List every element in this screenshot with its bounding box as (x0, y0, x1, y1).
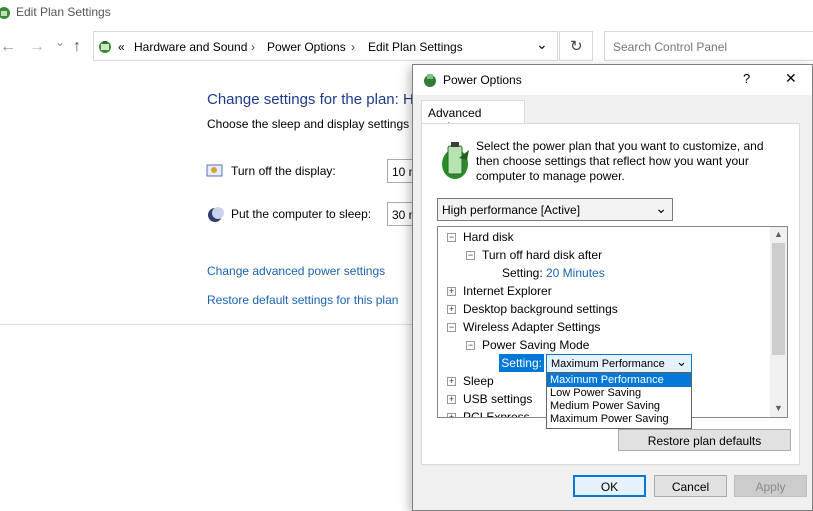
dropdown-option[interactable]: Maximum Performance (547, 374, 691, 387)
page-title: Change settings for the plan: H (207, 91, 414, 108)
tree-label: USB settings (463, 392, 533, 406)
address-bar[interactable]: « Hardware and Sound › Power Options › E… (93, 31, 558, 61)
breadcrumb-separator: › (351, 40, 355, 54)
expand-icon[interactable]: + (447, 377, 456, 386)
page-subtitle: Choose the sleep and display settings th (207, 117, 423, 131)
sleep-timeout-select[interactable]: 30 m (387, 202, 413, 226)
tree-scrollbar[interactable]: ▲ ▼ (770, 227, 787, 417)
power-plan-value: High performance [Active] (442, 203, 581, 217)
battery-power-icon (442, 142, 469, 179)
power-options-dialog: Power Options ? ✕ Advanced settings Sele… (412, 64, 813, 511)
refresh-icon: ↻ (570, 38, 583, 55)
address-dropdown-icon[interactable]: ⌄ (536, 36, 548, 53)
battery-power-icon (424, 74, 436, 87)
expand-icon[interactable]: + (447, 305, 456, 314)
button-label: OK (600, 480, 619, 494)
apply-button[interactable]: Apply (734, 475, 807, 497)
power-saving-mode-value: Maximum Performance (551, 358, 665, 370)
display-label: Turn off the display: (231, 164, 336, 178)
chevron-down-icon: ⌄ (655, 200, 667, 216)
tree-label: Wireless Adapter Settings (463, 320, 601, 334)
dropdown-option[interactable]: Low Power Saving (547, 387, 691, 400)
dropdown-option[interactable]: Medium Power Saving (547, 400, 691, 413)
tab-advanced-settings[interactable]: Advanced settings (421, 100, 525, 134)
scrollbar-thumb[interactable] (772, 243, 785, 355)
tree-label: PCI Express (463, 410, 530, 418)
navigation-bar: ← → ⌄ ↑ « Hardware and Sound › Power Opt… (0, 31, 813, 63)
collapse-icon[interactable]: − (447, 233, 456, 242)
tree-label: Internet Explorer (463, 284, 552, 298)
collapse-icon[interactable]: − (447, 323, 456, 332)
breadcrumb-hardware-and-sound[interactable]: Hardware and Sound (134, 40, 247, 54)
dialog-title-bar: Power Options ? ✕ (413, 65, 812, 95)
power-plan-select[interactable]: High performance [Active] ⌄ (437, 198, 673, 221)
sleep-label: Put the computer to sleep: (231, 207, 372, 221)
tree-label: Sleep (463, 374, 494, 388)
up-arrow-icon[interactable]: ↑ (73, 38, 81, 56)
expand-icon[interactable]: + (447, 287, 456, 296)
power-saving-dropdown-list: Maximum Performance Low Power Saving Med… (546, 373, 692, 429)
scroll-up-icon[interactable]: ▲ (774, 229, 783, 239)
tree-label: Hard disk (463, 230, 514, 244)
tree-label: Power Saving Mode (482, 338, 590, 352)
cancel-button[interactable]: Cancel (654, 475, 727, 497)
restore-default-settings-link[interactable]: Restore default settings for this plan (207, 293, 398, 307)
change-advanced-settings-link[interactable]: Change advanced power settings (207, 264, 385, 278)
forward-arrow-icon[interactable]: → (29, 38, 45, 56)
dialog-description: Select the power plan that you want to c… (476, 139, 764, 183)
display-timeout-select[interactable]: 10 m (387, 159, 413, 183)
scroll-down-icon[interactable]: ▼ (774, 403, 783, 413)
sleep-moon-icon (208, 207, 224, 222)
button-label: Apply (755, 480, 786, 494)
button-label: Restore plan defaults (647, 434, 762, 448)
setting-value[interactable]: 20 Minutes (546, 266, 605, 280)
help-icon[interactable]: ? (743, 71, 750, 86)
tree-label: Desktop background settings (463, 302, 618, 316)
collapse-icon[interactable]: − (466, 341, 475, 350)
breadcrumb-power-options[interactable]: Power Options (267, 40, 346, 54)
breadcrumb-overflow[interactable]: « (118, 40, 125, 54)
collapse-icon[interactable]: − (466, 251, 475, 260)
setting-label: Setting: (502, 266, 543, 280)
power-saving-mode-select[interactable]: Maximum Performance ⌄ (546, 354, 692, 373)
button-label: Cancel (671, 480, 710, 494)
chevron-down-icon: ⌄ (676, 354, 687, 369)
window-title: Edit Plan Settings (16, 5, 111, 19)
breadcrumb-separator: › (251, 40, 255, 54)
tree-label: Turn off hard disk after (482, 248, 603, 262)
close-icon[interactable]: ✕ (785, 70, 797, 87)
expand-icon[interactable]: + (447, 395, 456, 404)
control-panel-icon (0, 7, 10, 19)
control-panel-icon (99, 41, 111, 53)
power-saving-setting-label: Setting: (499, 354, 544, 372)
search-input[interactable]: Search Control Panel (604, 31, 813, 61)
window-title-bar: Edit Plan Settings (0, 0, 813, 26)
divider (0, 324, 412, 325)
ok-button[interactable]: OK (573, 475, 646, 497)
expand-icon[interactable]: + (447, 413, 456, 417)
dialog-title: Power Options (443, 73, 522, 87)
search-placeholder: Search Control Panel (613, 40, 728, 54)
restore-plan-defaults-button[interactable]: Restore plan defaults (618, 429, 791, 451)
back-arrow-icon[interactable]: ← (0, 38, 16, 56)
recent-locations-icon[interactable]: ⌄ (55, 35, 65, 49)
breadcrumb-edit-plan-settings[interactable]: Edit Plan Settings (368, 40, 463, 54)
refresh-button[interactable]: ↻ (559, 31, 593, 61)
dropdown-option[interactable]: Maximum Power Saving (547, 413, 691, 426)
display-icon (206, 164, 223, 177)
